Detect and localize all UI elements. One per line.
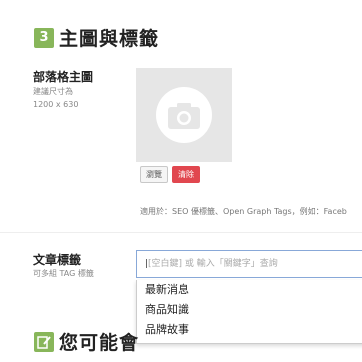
tag-search-input[interactable]: |[空白鍵] 或 輸入「關鍵字」查詢 [136,250,362,278]
form-panel: 3 主圖與標籤 部落格主圖 建議尺寸為 1200 x 630 瀏覽 清除 適用於… [0,0,362,362]
image-field-label: 部落格主圖 [33,70,94,84]
image-usage-note: 適用於：SEO 優標籤、Open Graph Tags，例如：Faceb [140,207,347,216]
camera-placeholder-icon [156,87,212,143]
edit-icon [34,331,54,352]
image-field-hint-size-label: 建議尺寸為 [33,87,73,96]
section-title: 主圖與標籤 [59,28,160,50]
image-field-hint-dimensions: 1200 x 630 [33,100,79,109]
browse-button[interactable]: 瀏覽 [140,166,168,183]
tag-field-label: 文章標籤 [33,253,82,267]
next-section-header: 您可能會 [34,328,139,355]
tag-field-hint: 可多組 TAG 標籤 [33,269,94,278]
tag-option-brand-story[interactable]: 品牌故事 [137,320,362,340]
next-section-title: 您可能會 [59,332,140,354]
clear-button[interactable]: 清除 [172,166,200,183]
tag-input-placeholder: [空白鍵] 或 輸入「關鍵字」查詢 [148,259,278,269]
tag-suggestion-dropdown: 最新消息 商品知識 品牌故事 [136,280,362,344]
section-number-badge: 3 [34,27,54,48]
tag-option-news[interactable]: 最新消息 [137,280,362,300]
image-actions: 瀏覽 清除 [140,166,200,183]
tag-option-product-knowledge[interactable]: 商品知識 [137,300,362,320]
divider [0,232,362,233]
section-header: 3 主圖與標籤 [34,24,159,51]
image-preview[interactable] [136,68,232,162]
